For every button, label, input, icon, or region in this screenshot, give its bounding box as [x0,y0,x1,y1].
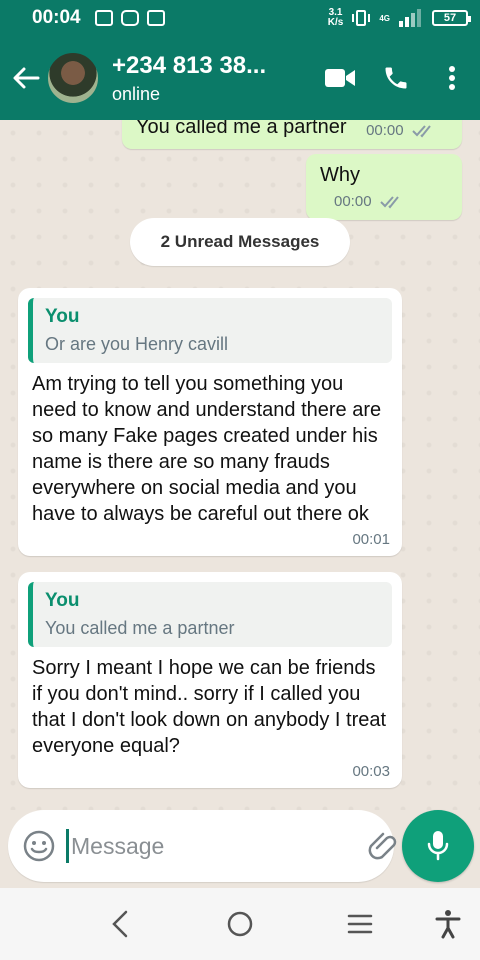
quote-text: You called me a partner [45,618,235,638]
message-text: Sorry I meant I hope we can be friends i… [32,657,387,757]
status-bar: 00:04 3.1 K/s 4G 57 [0,0,480,36]
contact-status: online [112,83,161,104]
gallery-icon [146,10,165,26]
nav-recents-button[interactable] [340,904,380,944]
emoji-button[interactable] [22,827,56,865]
more-options-button[interactable] [424,50,480,106]
message-text: Why [320,164,360,186]
message-time: 00:00 [334,193,404,210]
incoming-message[interactable]: You You called me a partner Sorry I mean… [18,572,402,788]
back-arrow-icon [13,67,40,89]
vibrate-icon [352,10,371,26]
message-time-value: 00:00 [366,122,404,139]
notification-icons [94,10,165,26]
attach-button[interactable] [367,827,401,865]
quoted-message[interactable]: You You called me a partner [28,582,392,647]
message-time-value: 00:00 [334,193,372,210]
mic-icon [427,831,449,861]
message-time: 00:03 [352,763,390,780]
voice-call-icon [385,67,407,89]
accessibility-button[interactable] [428,904,468,944]
quote-text: Or are you Henry cavill [45,334,229,354]
emoji-icon [23,830,55,862]
network-speed-unit: K/s [327,17,344,28]
quote-author: You [45,306,80,327]
system-navigation-bar [0,888,480,960]
instagram-icon [120,10,139,26]
incoming-message[interactable]: You Or are you Henry cavill Am trying to… [18,288,402,556]
accessibility-icon [435,910,461,939]
back-button[interactable] [6,58,46,98]
chat-area[interactable]: You called me a partner 00:00 Why 00:00 … [0,120,480,810]
message-text: You called me a partner [136,120,347,138]
signal-icon [399,9,421,27]
outgoing-message[interactable]: You called me a partner 00:00 [122,120,462,149]
quote-author: You [45,590,80,611]
message-time: 00:00 [366,122,436,139]
attach-icon [368,832,397,860]
voice-call-button[interactable] [368,50,424,106]
voice-message-button[interactable] [402,810,474,882]
battery-level: 57 [443,12,457,24]
menu-lines-icon [347,914,373,934]
contact-name: +234 813 38... [112,51,267,79]
nav-home-button[interactable] [220,904,260,944]
message-time: 00:01 [352,531,390,548]
video-call-button[interactable] [312,50,368,106]
double-check-icon [380,196,399,209]
more-options-icon [449,66,455,90]
unread-messages-divider: 2 Unread Messages [130,218,350,266]
message-notification-icon [94,10,113,26]
battery-indicator: 57 [432,10,471,26]
nav-back-button[interactable] [100,904,140,944]
system-icons: 3.1 K/s 4G 57 [328,8,471,28]
chevron-left-icon [112,910,128,938]
home-circle-icon [227,911,253,937]
contact-avatar[interactable] [46,51,100,105]
network-speed: 3.1 K/s [328,8,344,28]
status-time: 00:04 [32,7,81,28]
chat-header: +234 813 38... online [0,36,480,120]
network-type: 4G [379,13,390,23]
outgoing-message[interactable]: Why 00:00 [306,154,462,220]
quoted-message[interactable]: You Or are you Henry cavill [28,298,392,363]
message-text: Am trying to tell you something you need… [32,373,382,525]
message-composer [8,810,448,882]
contact-info[interactable]: +234 813 38... online [112,52,312,105]
message-input[interactable] [66,829,367,863]
video-call-icon [325,69,355,87]
double-check-icon [412,125,431,138]
